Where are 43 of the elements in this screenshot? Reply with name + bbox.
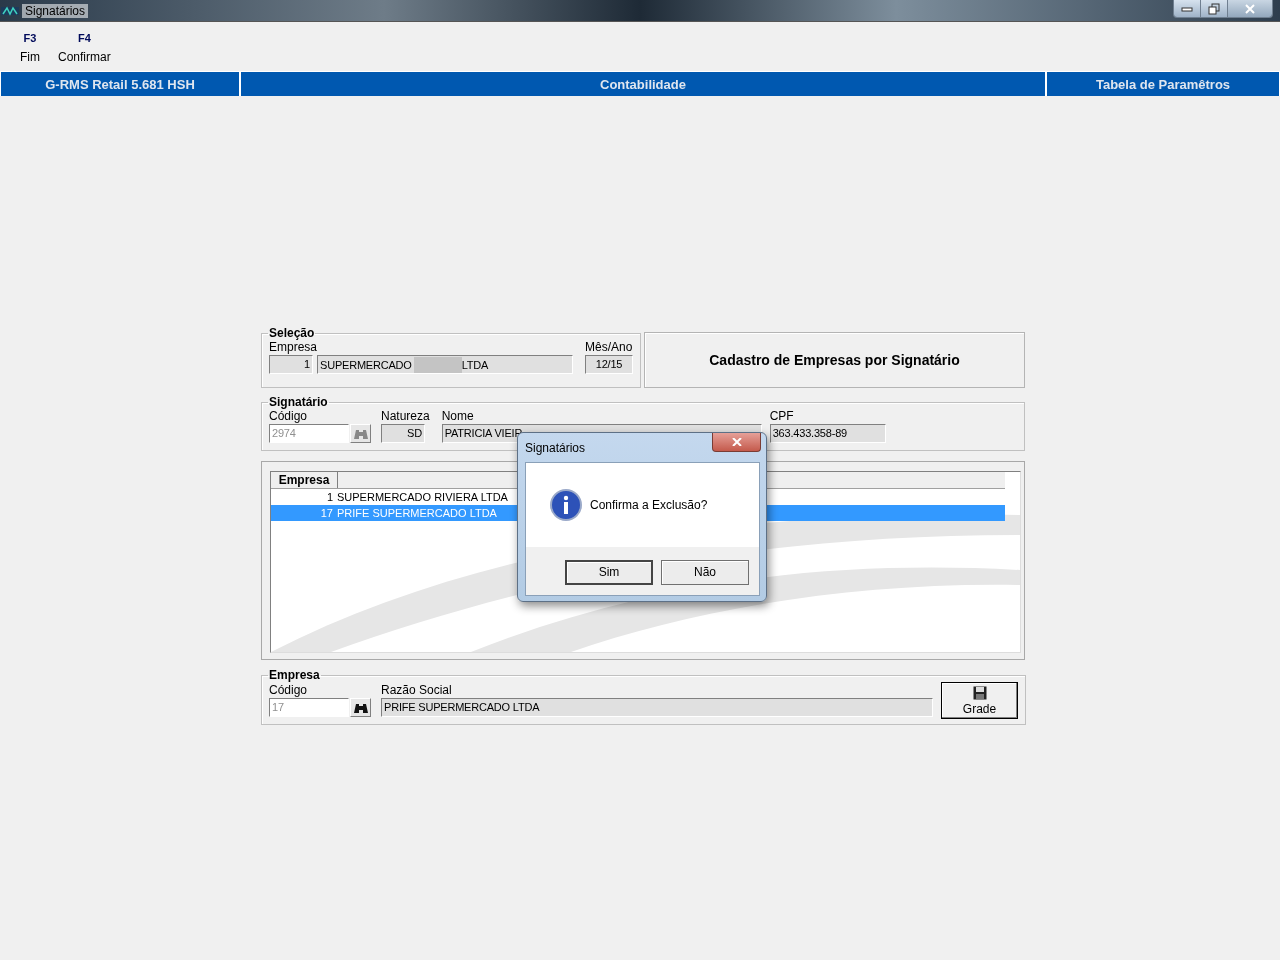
- dialog-button[interactable]: Não: [661, 559, 749, 585]
- cpf-field: 363.433.358-89: [769, 424, 886, 443]
- close-icon: [731, 438, 742, 446]
- company-name-field: SUPERMERCADO LTDA: [317, 355, 573, 374]
- close-button[interactable]: [712, 433, 761, 452]
- restore-icon: [1208, 2, 1220, 15]
- month-year-field: 12/15: [585, 355, 633, 374]
- window-title: Signatários: [22, 3, 89, 18]
- nature-field: SD: [381, 424, 425, 443]
- field-label: Natureza: [381, 409, 430, 424]
- field-label: Mês/Ano: [585, 340, 633, 355]
- function-key-button[interactable]: F3 Fim: [14, 22, 46, 71]
- field-label: Nome: [441, 409, 475, 424]
- restore-button[interactable]: [1201, 0, 1228, 17]
- field-label: Código: [269, 683, 309, 698]
- header-cell: Tabela de Paramêtros: [1046, 72, 1280, 96]
- minimize-button[interactable]: [1174, 0, 1201, 17]
- function-key-button[interactable]: F4 Confirmar: [58, 22, 111, 71]
- info-icon: [550, 489, 582, 521]
- company-name-field: PRIFE SUPERMERCADO LTDA: [381, 698, 933, 717]
- dialog-title: Signatários: [525, 440, 586, 455]
- form-title: Cadastro de Empresas por Signatário: [709, 351, 960, 368]
- group-title: Seleção: [268, 326, 316, 340]
- grid-row[interactable]: 1 SUPERMERCADO RIVIERA LTDA: [271, 489, 508, 505]
- group-title: Signatário: [268, 395, 329, 409]
- close-icon: [1244, 3, 1256, 14]
- field-label: CPF: [769, 409, 795, 424]
- minimize-icon: [1181, 5, 1193, 12]
- field-label: Empresa: [269, 340, 319, 355]
- field-label: Código: [269, 409, 309, 424]
- field-label: Razão Social: [381, 683, 453, 698]
- column-header[interactable]: Empresa: [271, 472, 338, 488]
- binoculars-icon: [352, 701, 369, 714]
- company-code-field: 1: [269, 355, 313, 374]
- dialog-button[interactable]: Sim: [565, 559, 653, 585]
- group-title: Empresa: [268, 668, 321, 682]
- grid-button[interactable]: Grade: [941, 682, 1018, 719]
- dialog-message: Confirma a Exclusão?: [590, 498, 708, 512]
- app-logo-icon: [1, 5, 19, 16]
- header-cell: Contabilidade: [240, 72, 1046, 96]
- header-cell: G-RMS Retail 5.681 HSH: [0, 72, 240, 96]
- binoculars-icon: [352, 427, 369, 440]
- search-button[interactable]: [350, 698, 371, 717]
